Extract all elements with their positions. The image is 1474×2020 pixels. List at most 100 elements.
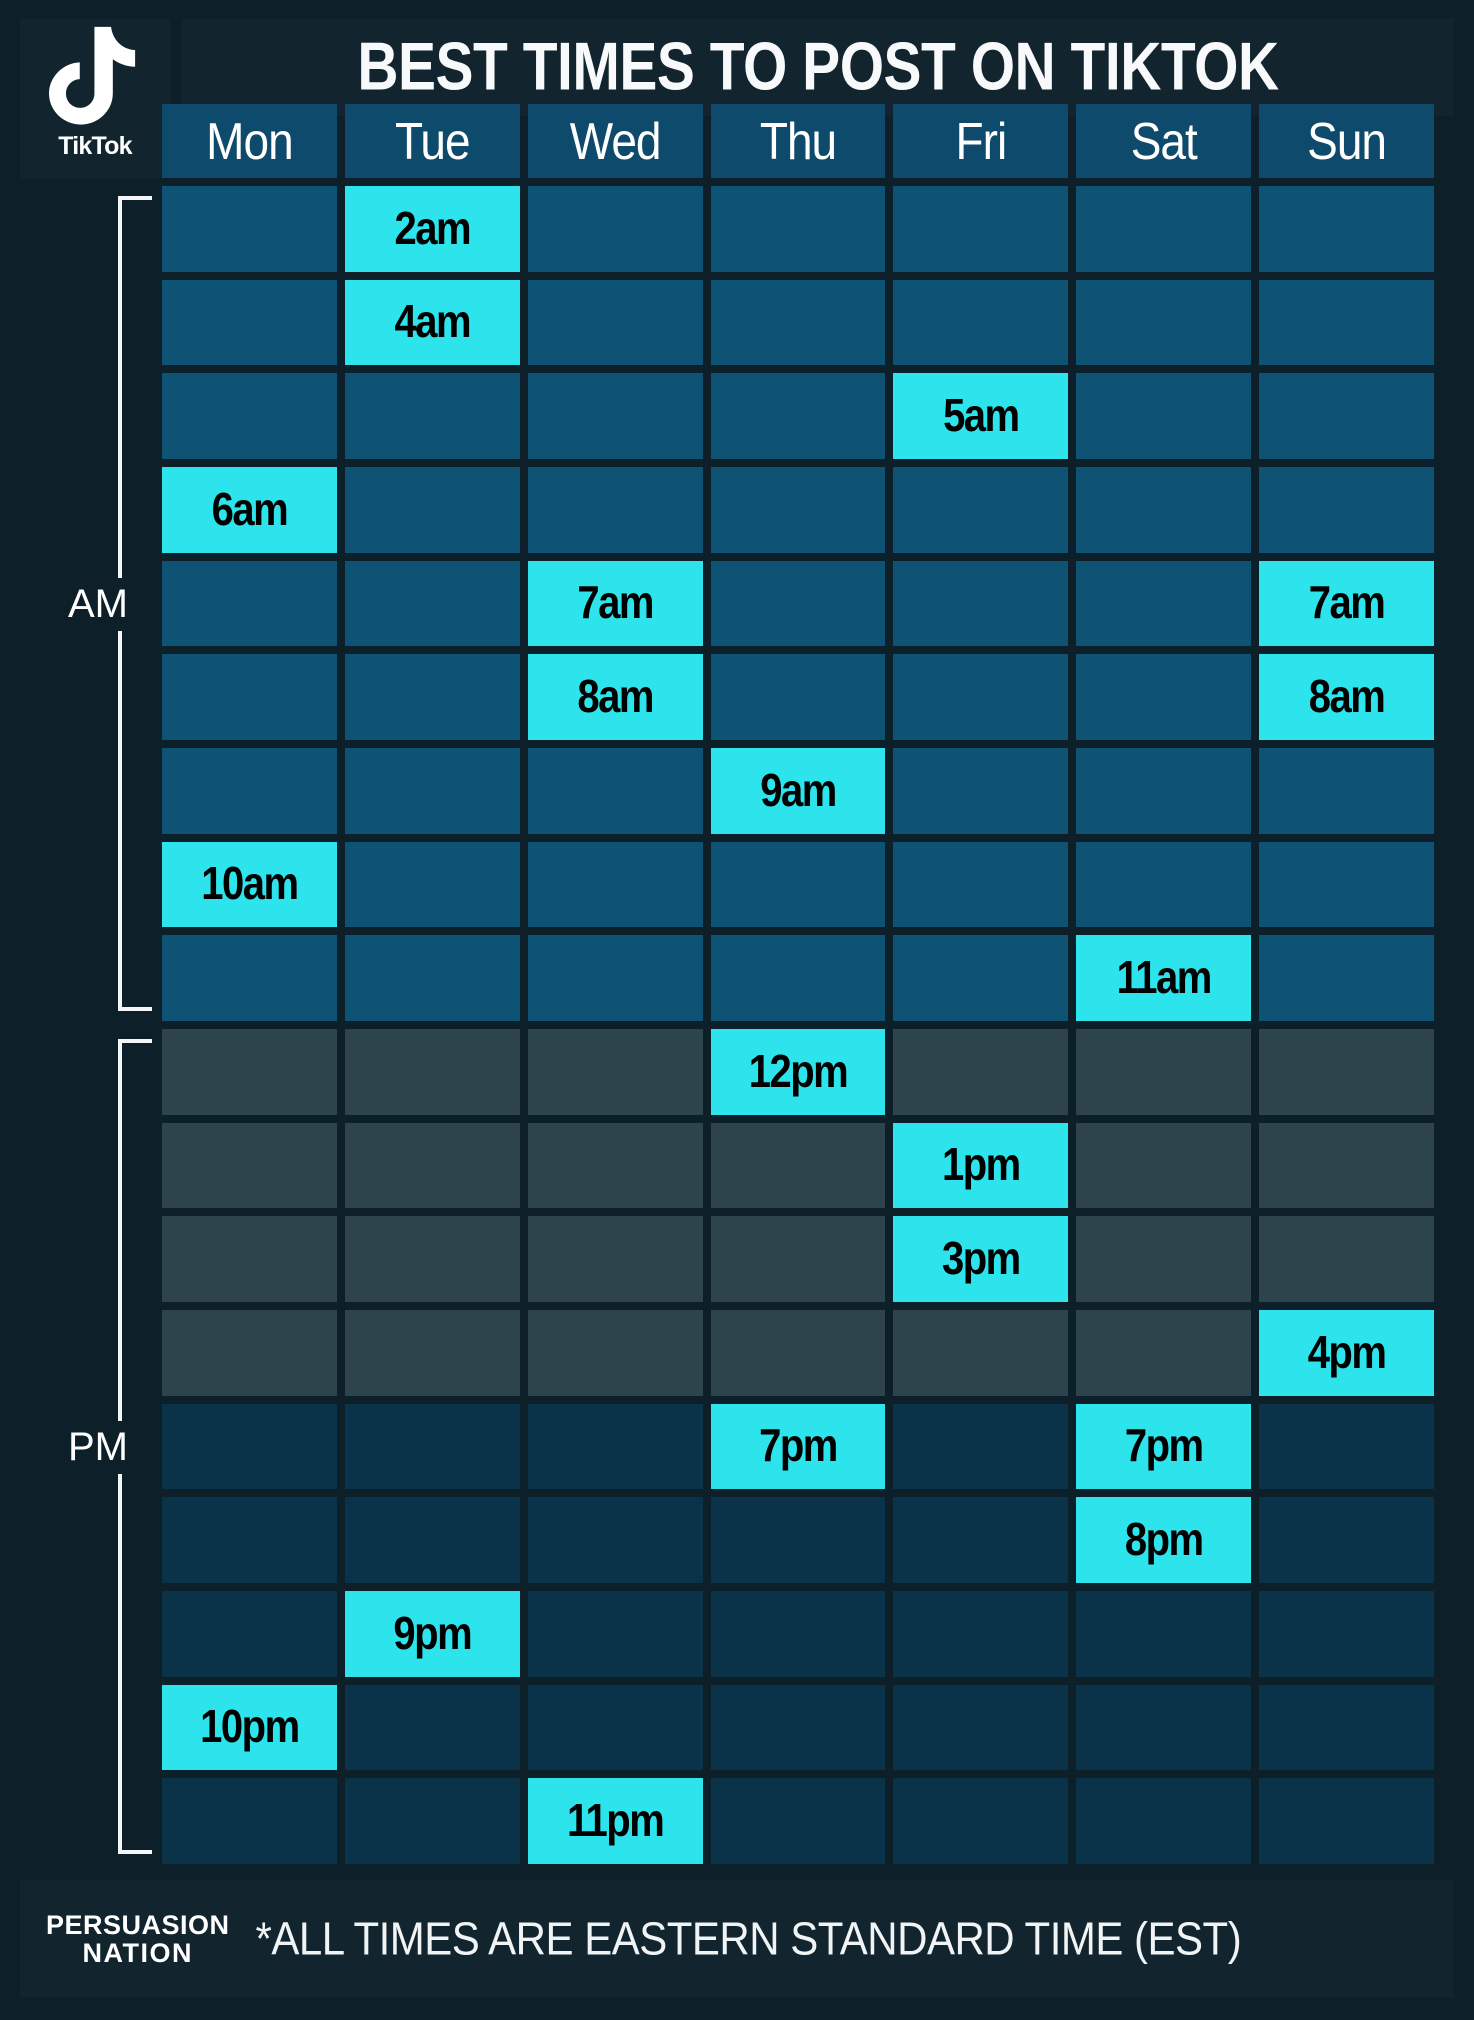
schedule-cell <box>527 1028 703 1115</box>
schedule-cell-label: 3pm <box>941 1233 1021 1285</box>
schedule-cell-label: 7pm <box>1124 1420 1204 1473</box>
schedule-cell <box>710 1309 886 1396</box>
schedule-cell <box>527 1216 703 1302</box>
schedule-cell <box>710 466 886 553</box>
schedule-cell <box>1076 560 1252 647</box>
schedule-cell <box>1259 279 1434 366</box>
schedule-cell <box>344 654 520 740</box>
rail-group-pm: PM <box>20 1029 158 1864</box>
schedule-cell <box>1259 841 1434 928</box>
schedule-cell <box>710 1590 886 1677</box>
brand-line-2: NATION <box>82 1938 194 1968</box>
schedule-cell <box>1259 1403 1434 1490</box>
tiktok-logo: TikTok <box>20 18 170 178</box>
schedule-cell <box>893 1309 1069 1396</box>
schedule-cell <box>1076 841 1252 928</box>
schedule-cell <box>527 1122 703 1209</box>
schedule-cell-highlight: 10pm <box>162 1684 337 1771</box>
schedule-cell-label: 8am <box>577 671 654 723</box>
schedule-cell <box>162 1778 337 1864</box>
schedule-cell <box>710 654 886 740</box>
schedule-cell <box>1259 1778 1434 1864</box>
schedule-cell <box>344 747 520 834</box>
page-title: BEST TIMES TO POST ON TIKTOK <box>357 29 1279 105</box>
schedule-cell <box>162 1497 337 1583</box>
schedule-cell <box>893 1778 1069 1864</box>
schedule-cell <box>527 1684 703 1771</box>
day-header-label: Tue <box>394 111 471 171</box>
schedule-cell <box>344 1778 520 1864</box>
schedule-cell-highlight: 10am <box>162 841 337 928</box>
schedule-cell <box>893 560 1069 647</box>
schedule-cell <box>710 935 886 1021</box>
schedule-cell <box>893 1590 1069 1677</box>
schedule-cell <box>1076 373 1252 459</box>
schedule-cell-label: 6am <box>211 484 289 536</box>
schedule-cell-label: 9am <box>760 765 837 817</box>
day-header-row: Mon Tue Wed Thu Fri Sat Sun <box>162 104 1434 178</box>
schedule-cell <box>162 279 337 366</box>
schedule-cell <box>1076 1684 1252 1771</box>
schedule-cell <box>893 1497 1069 1583</box>
schedule-cell <box>527 747 703 834</box>
schedule-cell-highlight: 4pm <box>1259 1309 1434 1396</box>
schedule-cell <box>344 373 520 459</box>
schedule-cell <box>893 1684 1069 1771</box>
schedule-cell-label: 8am <box>1308 671 1386 723</box>
schedule-cell <box>527 1590 703 1677</box>
schedule-cell <box>710 1216 886 1302</box>
day-header-thu: Thu <box>710 104 886 178</box>
schedule-cell-label: 7pm <box>759 1420 838 1473</box>
schedule-cell <box>162 1122 337 1209</box>
day-header-label: Sun <box>1307 111 1387 171</box>
schedule-cell <box>893 466 1069 553</box>
schedule-cell <box>344 1028 520 1115</box>
schedule-cell-label: 2am <box>394 203 471 255</box>
schedule-cell-highlight: 9pm <box>344 1590 520 1677</box>
schedule-cell <box>344 1216 520 1302</box>
day-header-mon: Mon <box>162 104 337 178</box>
schedule-cell-label: 4pm <box>1307 1327 1387 1379</box>
schedule-cell <box>344 1497 520 1583</box>
schedule-cell-highlight: 8am <box>1259 654 1434 740</box>
schedule-cell <box>710 373 886 459</box>
day-header-wed: Wed <box>527 104 703 178</box>
rail-label-pm: PM <box>68 1420 128 1474</box>
day-header-sat: Sat <box>1076 104 1252 178</box>
rail-label-am: AM <box>68 577 128 631</box>
schedule-cell <box>527 186 703 272</box>
schedule-cell <box>1259 466 1434 553</box>
schedule-cell <box>162 1309 337 1396</box>
schedule-cell <box>1259 747 1434 834</box>
schedule-cell <box>527 279 703 366</box>
tiktok-note-icon <box>49 26 136 125</box>
schedule-cell-label: 5am <box>943 390 1020 442</box>
schedule-cell <box>162 1590 337 1677</box>
persuasion-nation-logo: PERSUASION NATION <box>46 1910 230 1968</box>
schedule-cell <box>710 1497 886 1583</box>
day-header-label: Thu <box>759 111 837 171</box>
schedule-cell <box>344 560 520 647</box>
schedule-cell <box>1259 1590 1434 1677</box>
schedule-cell <box>344 1403 520 1490</box>
schedule-cell <box>1259 1122 1434 1209</box>
schedule-cell <box>710 841 886 928</box>
schedule-cell-label: 11pm <box>566 1795 665 1847</box>
schedule-cell-highlight: 11am <box>1076 935 1252 1021</box>
schedule-cell <box>162 373 337 459</box>
schedule-cell <box>893 1028 1069 1115</box>
schedule-cell <box>1259 1684 1434 1771</box>
schedule-cell <box>1076 1122 1252 1209</box>
day-header-label: Wed <box>569 111 662 171</box>
schedule-cell-highlight: 1pm <box>893 1122 1069 1209</box>
schedule-cell <box>344 935 520 1021</box>
schedule-cell <box>1076 654 1252 740</box>
schedule-cell <box>162 935 337 1021</box>
schedule-cell <box>344 466 520 553</box>
schedule-cell <box>344 1684 520 1771</box>
schedule-cell <box>1076 279 1252 366</box>
schedule-cell <box>527 1309 703 1396</box>
schedule-cell <box>893 186 1069 272</box>
schedule-cell-highlight: 7pm <box>710 1403 886 1490</box>
schedule-cell <box>162 1216 337 1302</box>
